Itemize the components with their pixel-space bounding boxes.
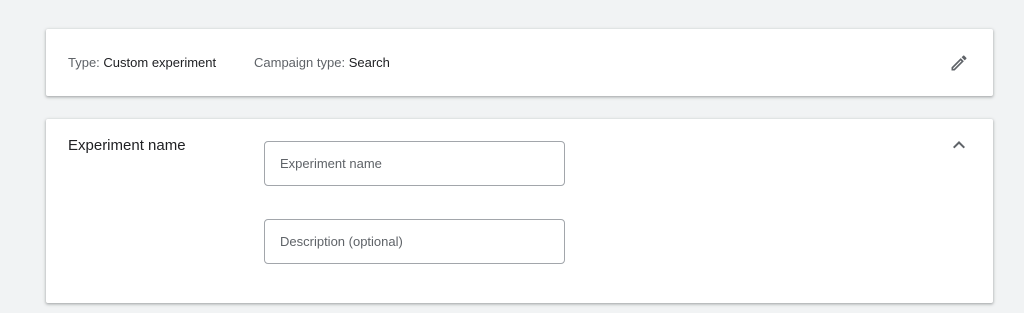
experiment-type-value: Custom experiment xyxy=(103,55,217,70)
pencil-icon xyxy=(951,55,967,71)
page: Type: Custom experiment Campaign type: S… xyxy=(0,0,1024,313)
campaign-type-value: Search xyxy=(348,55,390,70)
experiment-name-input[interactable] xyxy=(264,141,565,186)
experiment-name-card: Experiment name xyxy=(46,119,993,303)
experiment-type-label: Type: xyxy=(68,55,100,70)
collapse-button[interactable] xyxy=(945,131,973,159)
edit-button[interactable] xyxy=(945,49,973,77)
experiment-summary-card: Type: Custom experiment Campaign type: S… xyxy=(46,29,993,96)
description-input[interactable] xyxy=(264,219,565,264)
campaign-type: Campaign type: Search xyxy=(254,55,390,71)
campaign-type-label: Campaign type: xyxy=(254,55,346,70)
chevron-up-icon xyxy=(953,141,965,149)
section-title: Experiment name xyxy=(68,137,186,154)
experiment-type: Type: Custom experiment xyxy=(68,55,216,71)
